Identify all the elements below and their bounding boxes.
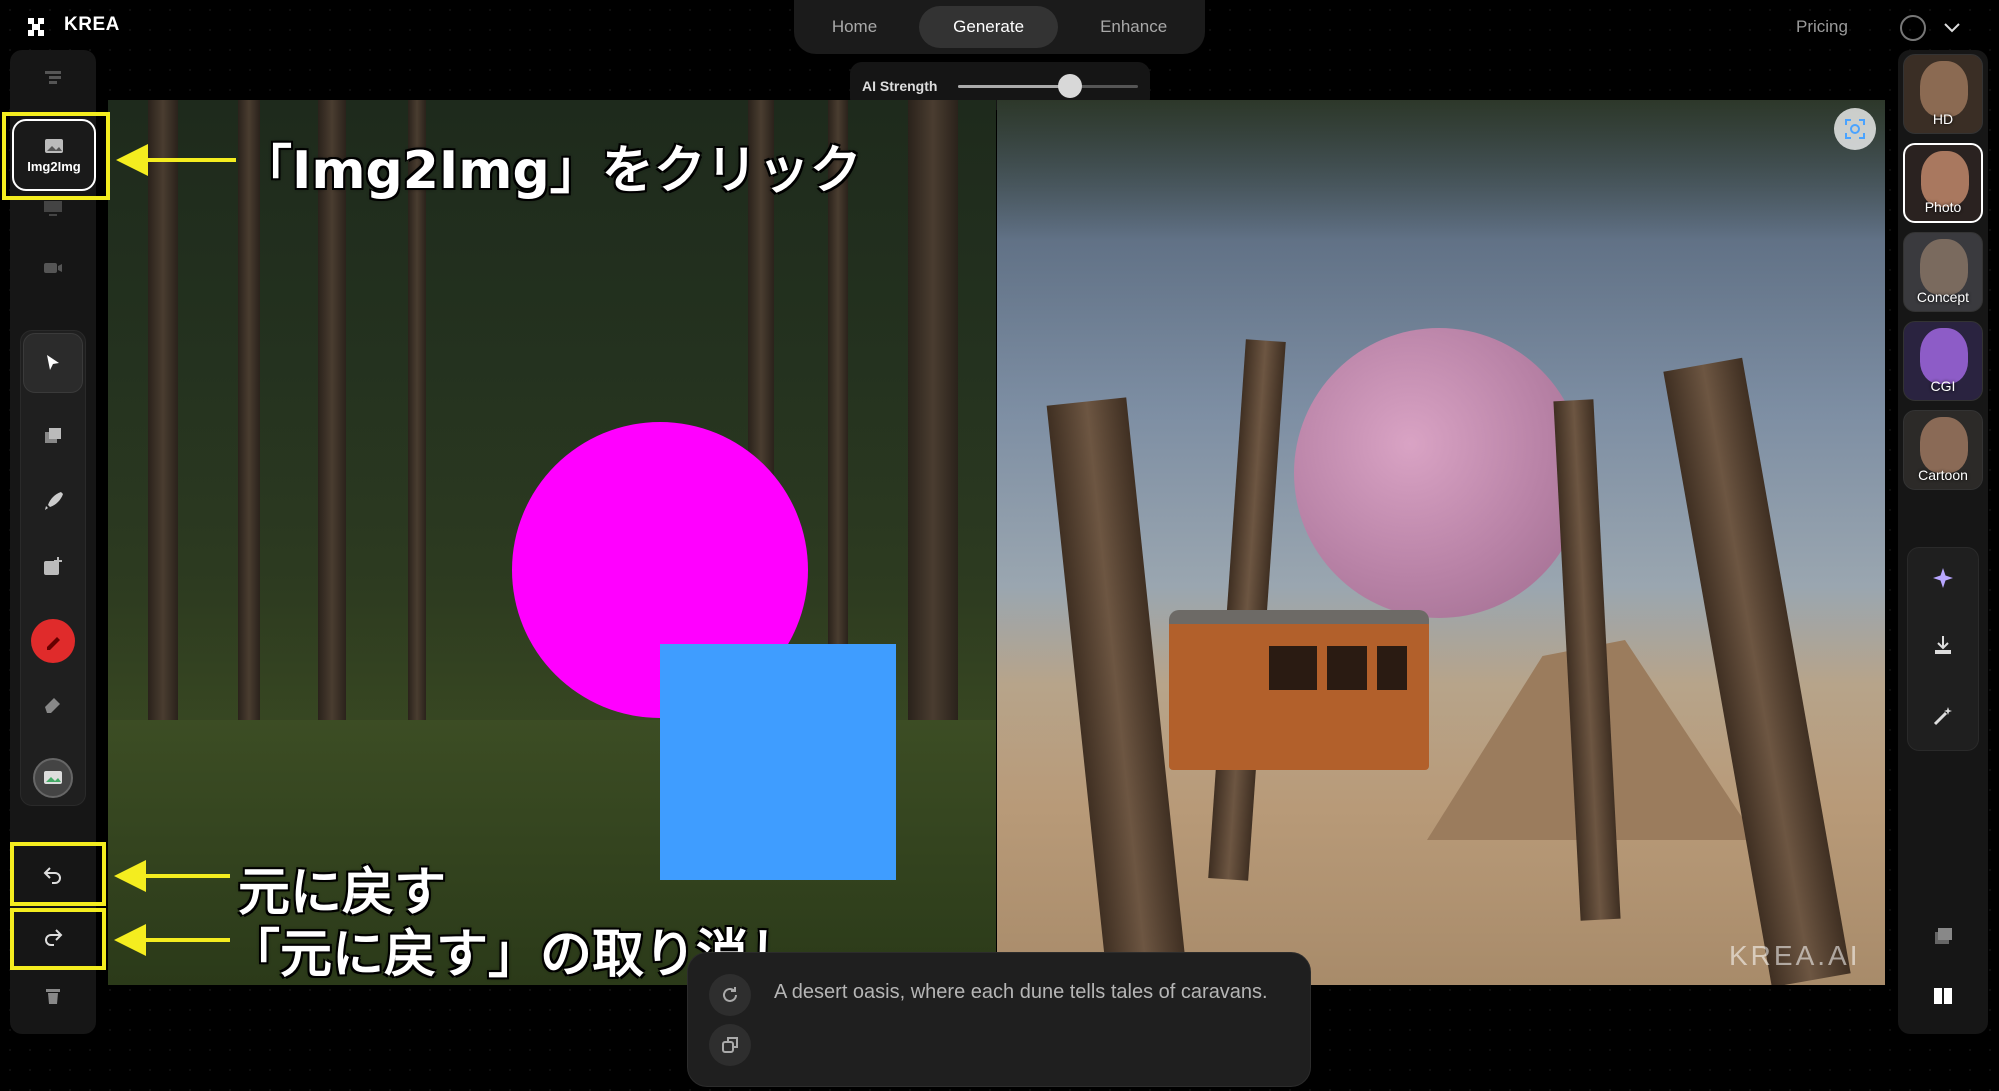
pricing-link[interactable]: Pricing (1796, 17, 1848, 37)
style-label: Cartoon (1918, 467, 1968, 483)
style-label: Photo (1924, 199, 1962, 215)
refresh-icon[interactable] (709, 974, 751, 1016)
style-label: HD (1932, 111, 1954, 127)
ai-strength-fill (958, 84, 1070, 88)
krea-logo-icon[interactable] (26, 16, 46, 38)
trash-icon[interactable] (23, 966, 83, 1026)
copy-icon[interactable] (709, 1024, 751, 1066)
magic-wand-icon[interactable] (1925, 698, 1961, 734)
eraser-icon[interactable] (23, 673, 83, 733)
caravan-trailer (1169, 610, 1429, 770)
arrow-left-icon (116, 144, 236, 176)
arrow-left-icon (114, 860, 230, 892)
redo-highlight (10, 908, 106, 970)
split-view-icon[interactable] (1925, 978, 1961, 1014)
img2img-highlight (2, 112, 110, 200)
tab-generate[interactable]: Generate (919, 6, 1059, 48)
style-label: Concept (1916, 289, 1970, 305)
style-photo[interactable]: Photo (1903, 143, 1983, 223)
brand-name: KREA (64, 14, 120, 35)
prompt-input[interactable]: A desert oasis, where each dune tells ta… (774, 975, 1274, 1009)
video-icon[interactable] (23, 238, 83, 298)
sparkle-icon[interactable] (1925, 560, 1961, 596)
brush-icon[interactable] (23, 471, 83, 531)
top-navigation: Home Generate Enhance (794, 0, 1205, 54)
arrow-left-icon (114, 924, 230, 956)
background-icon[interactable] (33, 758, 73, 798)
tab-home[interactable]: Home (798, 6, 911, 48)
download-icon[interactable] (1925, 627, 1961, 663)
chevron-down-icon[interactable] (1942, 17, 1962, 37)
style-cgi[interactable]: CGI (1903, 321, 1983, 401)
pointer-icon[interactable] (23, 333, 83, 393)
generated-image (997, 100, 1885, 985)
layers-icon[interactable] (23, 405, 83, 465)
krea-watermark: KREA.AI (1729, 940, 1861, 971)
blue-square-shape[interactable] (660, 644, 896, 880)
pink-moon (1294, 328, 1584, 618)
ai-strength-slider[interactable] (958, 73, 1138, 98)
focus-icon[interactable] (1834, 108, 1876, 150)
color-picker-icon[interactable] (31, 619, 75, 663)
layers-icon[interactable] (1925, 918, 1961, 954)
style-cartoon[interactable]: Cartoon (1903, 410, 1983, 490)
style-hd[interactable]: HD (1903, 54, 1983, 134)
undo-highlight (10, 842, 106, 906)
add-image-icon[interactable] (23, 537, 83, 597)
ai-strength-label: AI Strength (862, 78, 938, 94)
tab-enhance[interactable]: Enhance (1066, 6, 1201, 48)
account-avatar[interactable] (1900, 15, 1926, 41)
style-label: CGI (1930, 378, 1956, 394)
ai-strength-thumb[interactable] (1057, 73, 1082, 98)
text-to-image-icon[interactable] (23, 48, 83, 108)
prompt-box[interactable] (687, 952, 1311, 1087)
img2img-annotation: 「Img2Img」をクリック (240, 141, 862, 201)
style-concept[interactable]: Concept (1903, 232, 1983, 312)
